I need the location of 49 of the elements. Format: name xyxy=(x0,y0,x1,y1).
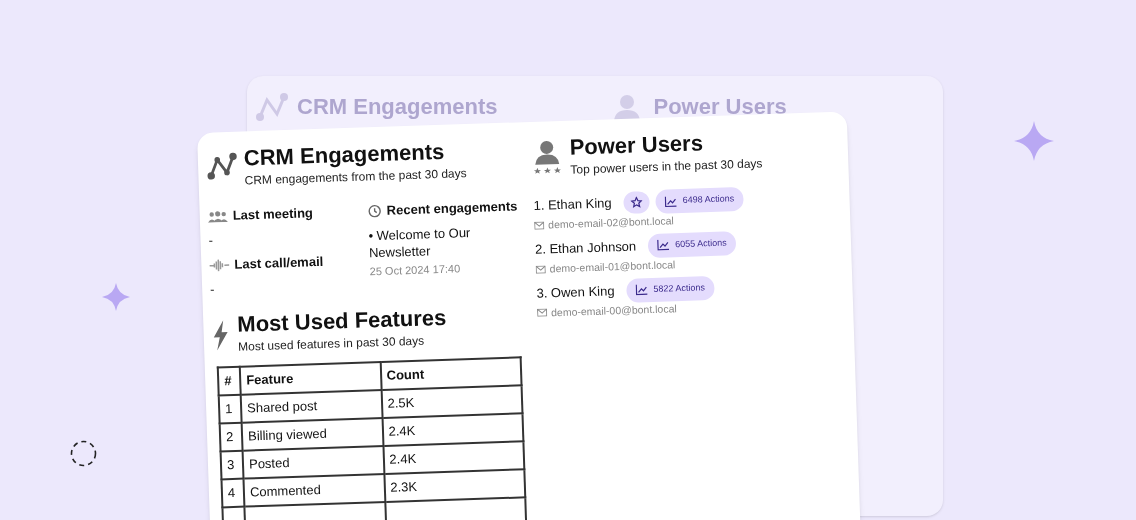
user-icon xyxy=(613,92,642,121)
engagement-title: • Welcome to Our Newsletter xyxy=(368,223,472,261)
table-cell: 2.4K xyxy=(383,441,525,474)
table-cell: 2 xyxy=(219,422,243,452)
trend-line-icon xyxy=(255,91,289,122)
mail-icon xyxy=(537,308,548,318)
actions-badge: 6498 Actions xyxy=(655,186,744,214)
engagement-time: 25 Oct 2024 17:40 xyxy=(369,260,461,279)
table-cell: Posted xyxy=(242,446,384,479)
table-cell: 2.5K xyxy=(381,385,523,418)
user-email: demo-email-02@bont.local xyxy=(548,213,675,233)
mail-icon xyxy=(535,265,546,274)
actions-badge: 5822 Actions xyxy=(626,275,715,303)
star-icon xyxy=(630,196,643,209)
chart-icon xyxy=(635,284,648,296)
chart-icon xyxy=(657,239,670,252)
user-name: 2. Ethan Johnson xyxy=(534,237,637,259)
sparkle-icon xyxy=(1014,121,1054,161)
trend-line-icon xyxy=(205,151,239,181)
table-cell: Billing viewed xyxy=(241,418,383,451)
column-header: # xyxy=(217,366,241,396)
table-cell: 3 xyxy=(220,450,244,480)
table-cell: Shared post xyxy=(240,390,383,423)
column-header: Count xyxy=(380,357,522,391)
column-header: Feature xyxy=(239,362,382,395)
card-title: CRM Engagements xyxy=(297,93,498,121)
waveform-icon xyxy=(209,258,230,272)
table-cell: Commented xyxy=(243,474,385,507)
card-title: Power Users xyxy=(653,93,787,121)
section-value: - xyxy=(209,280,215,299)
section-label: Last meeting xyxy=(232,204,314,225)
section-label: Recent engagements xyxy=(386,197,518,220)
actions-badge: 6055 Actions xyxy=(647,230,737,258)
user-name: 1. Ethan King xyxy=(533,194,612,216)
sparkle-icon xyxy=(102,283,130,311)
chart-icon xyxy=(664,195,677,208)
history-icon xyxy=(367,203,382,219)
user-email: demo-email-00@bont.local xyxy=(550,300,677,320)
section-value: - xyxy=(208,231,214,250)
people-icon xyxy=(207,209,228,223)
table-cell: 1 xyxy=(218,394,242,424)
dashed-circle-icon xyxy=(70,440,97,467)
user-name: 3. Owen King xyxy=(536,282,615,303)
table-cell: 4 xyxy=(221,478,245,508)
user-rating-icon xyxy=(531,138,563,174)
section-label: Last call/email xyxy=(234,252,324,274)
table-cell: 2.4K xyxy=(382,413,524,446)
mail-icon xyxy=(534,221,545,230)
user-email: demo-email-01@bont.local xyxy=(549,256,676,277)
